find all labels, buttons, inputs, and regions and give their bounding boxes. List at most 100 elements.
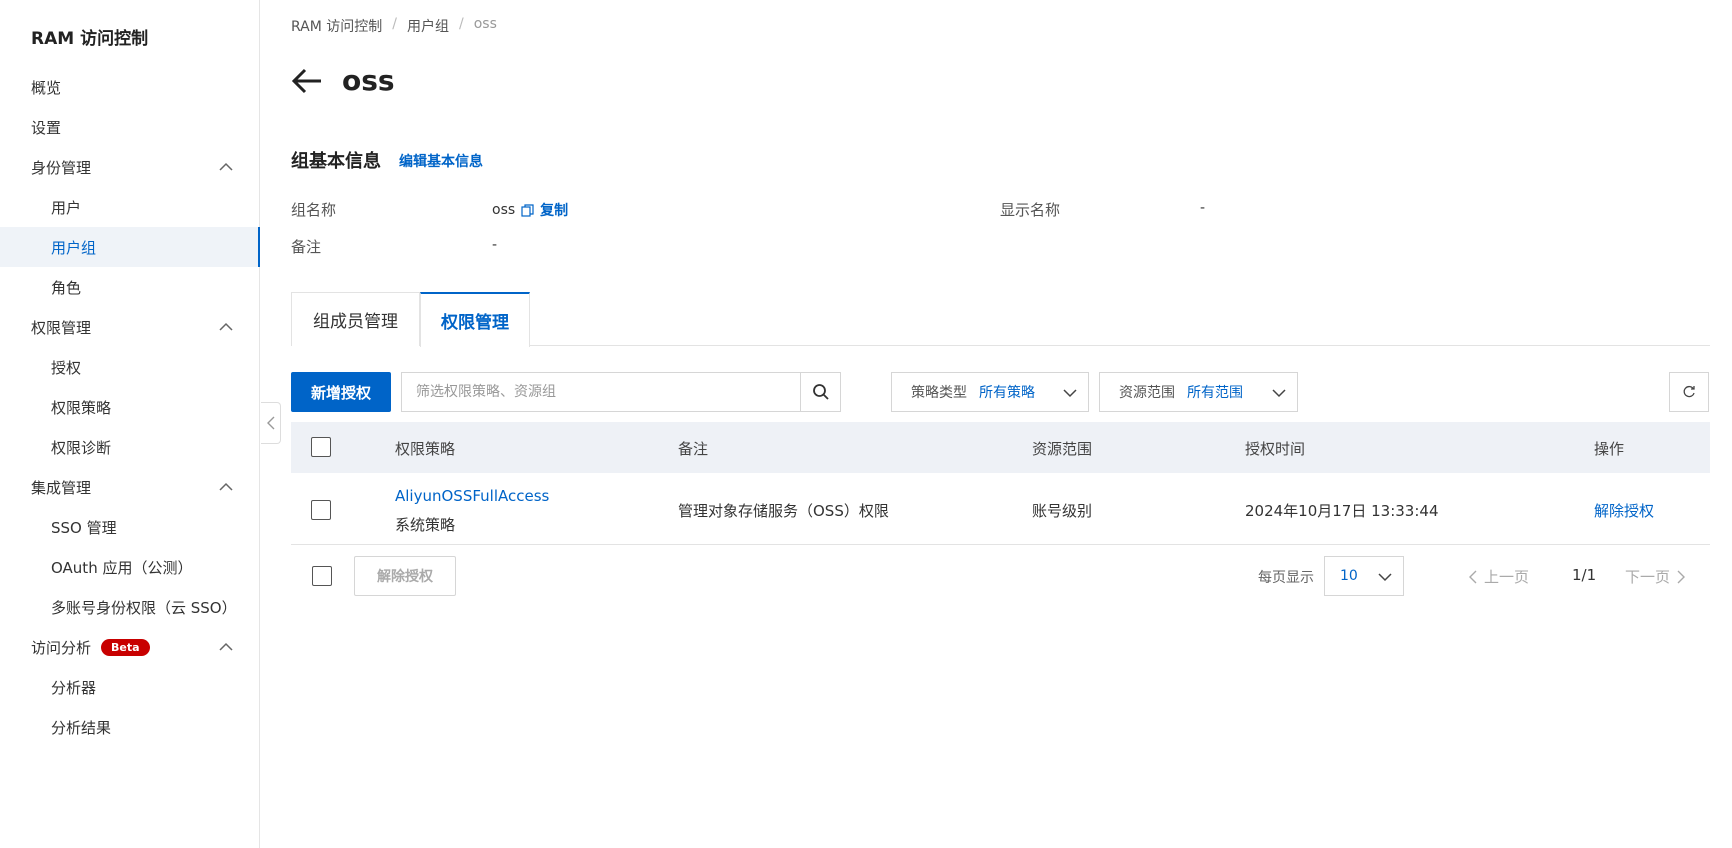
table-footer: 解除授权 每页显示 10 上一页 1/1 下一页 (291, 546, 1710, 596)
edit-basic-info-link[interactable]: 编辑基本信息 (399, 151, 483, 171)
sidebar: RAM 访问控制 概览 设置 身份管理 用户 用户组 角色 权限管理 授权 权限… (0, 0, 260, 848)
sidebar-item-label: 角色 (51, 278, 82, 297)
sidebar-item-roles[interactable]: 角色 (0, 267, 260, 307)
policy-type-label: 策略类型 (911, 385, 967, 401)
sidebar-collapse-button[interactable] (261, 402, 281, 444)
sidebar-item-grants[interactable]: 授权 (0, 347, 260, 387)
chevron-up-icon (219, 642, 233, 651)
search-button[interactable] (800, 373, 840, 411)
chevron-right-icon (1677, 570, 1686, 583)
sidebar-item-analyzer[interactable]: 分析器 (0, 667, 260, 707)
bulk-revoke-button[interactable]: 解除授权 (354, 556, 456, 596)
sidebar-item-label: SSO 管理 (51, 518, 117, 537)
breadcrumb-separator: / (392, 16, 397, 32)
per-page-label: 每页显示 (1258, 570, 1314, 586)
policy-type-select[interactable]: 策略类型 所有策略 (891, 372, 1089, 412)
next-page-label: 下一页 (1625, 568, 1671, 586)
policy-remark: 管理对象存储服务（OSS）权限 (678, 502, 889, 520)
header-actions: 操作 (1594, 440, 1625, 458)
sidebar-item-cloud-sso[interactable]: 多账号身份权限（云 SSO） (0, 587, 260, 627)
breadcrumb-item-ram[interactable]: RAM 访问控制 (291, 16, 382, 36)
sidebar-item-oauth[interactable]: OAuth 应用（公测） (0, 547, 260, 587)
table-row: AliyunOSSFullAccess 系统策略 管理对象存储服务（OSS）权限… (291, 473, 1710, 545)
sidebar-item-label: 权限策略 (51, 398, 112, 417)
sidebar-item-label: 多账号身份权限（云 SSO） (51, 598, 237, 617)
search-icon (812, 384, 829, 400)
sidebar-item-user-groups[interactable]: 用户组 (0, 227, 260, 267)
tab-label: 权限管理 (441, 313, 509, 333)
resource-scope-value: 所有范围 (1187, 385, 1243, 401)
sidebar-group-identity[interactable]: 身份管理 (0, 147, 260, 187)
sidebar-item-users[interactable]: 用户 (0, 187, 260, 227)
search-input[interactable] (402, 373, 802, 411)
sidebar-item-settings[interactable]: 设置 (0, 107, 260, 147)
sidebar-item-label: 用户 (51, 198, 82, 217)
next-page-button[interactable]: 下一页 (1625, 566, 1686, 587)
sidebar-item-label: 设置 (31, 118, 62, 137)
page-title: oss (342, 64, 395, 97)
chevron-up-icon (219, 322, 233, 331)
sidebar-group-access-analysis[interactable]: 访问分析 Beta (0, 627, 260, 667)
policy-type: 系统策略 (395, 516, 456, 534)
sidebar-title: RAM 访问控制 (31, 29, 149, 49)
resource-scope-label: 资源范围 (1119, 385, 1175, 401)
sidebar-group-integration[interactable]: 集成管理 (0, 467, 260, 507)
section-title-basic-info: 组基本信息 (291, 151, 381, 172)
display-name-value: - (1200, 200, 1206, 216)
page-size-value: 10 (1340, 568, 1358, 584)
sidebar-item-label: 集成管理 (31, 478, 92, 497)
header-policy: 权限策略 (395, 440, 456, 458)
breadcrumb-item-user-groups[interactable]: 用户组 (407, 16, 449, 36)
chevron-left-icon (1469, 570, 1477, 583)
sidebar-item-overview[interactable]: 概览 (0, 67, 260, 107)
chevron-up-icon (219, 482, 233, 491)
refresh-button[interactable] (1669, 372, 1709, 412)
policy-scope: 账号级别 (1032, 502, 1093, 520)
grant-time: 2024年10月17日 13:33:44 (1245, 502, 1439, 520)
tab-permissions[interactable]: 权限管理 (420, 292, 530, 347)
sidebar-item-label: OAuth 应用（公测） (51, 558, 193, 577)
policy-type-value: 所有策略 (979, 385, 1035, 401)
permissions-table: 权限策略 备注 资源范围 授权时间 操作 AliyunOSSFullAccess… (291, 422, 1710, 545)
header-remark: 备注 (678, 440, 709, 458)
sidebar-item-analysis-results[interactable]: 分析结果 (0, 707, 260, 747)
header-scope: 资源范围 (1032, 440, 1093, 458)
policy-name-link[interactable]: AliyunOSSFullAccess (395, 487, 549, 505)
chevron-down-icon (1272, 389, 1286, 398)
sidebar-group-permissions[interactable]: 权限管理 (0, 307, 260, 347)
remark-label: 备注 (291, 238, 322, 256)
search-box (401, 372, 841, 412)
tab-bar: 组成员管理 权限管理 (291, 292, 1710, 347)
breadcrumb-separator: / (459, 16, 464, 32)
copy-icon[interactable] (521, 203, 534, 217)
bulk-select-checkbox[interactable] (312, 566, 332, 586)
sidebar-item-label: 授权 (51, 358, 82, 377)
page-info: 1/1 (1572, 566, 1597, 584)
page-size-select[interactable]: 10 (1324, 556, 1404, 596)
select-all-checkbox[interactable] (311, 437, 331, 457)
sidebar-item-sso[interactable]: SSO 管理 (0, 507, 260, 547)
header-time: 授权时间 (1245, 440, 1306, 458)
refresh-icon (1683, 385, 1695, 398)
add-grant-button[interactable]: 新增授权 (291, 372, 391, 412)
resource-scope-select[interactable]: 资源范围 所有范围 (1099, 372, 1298, 412)
revoke-link[interactable]: 解除授权 (1594, 500, 1654, 521)
sidebar-item-policies[interactable]: 权限策略 (0, 387, 260, 427)
sidebar-item-diagnostics[interactable]: 权限诊断 (0, 427, 260, 467)
back-arrow-icon[interactable] (290, 66, 324, 96)
prev-page-label: 上一页 (1484, 568, 1530, 586)
table-header: 权限策略 备注 资源范围 授权时间 操作 (291, 422, 1710, 473)
sidebar-item-label: 身份管理 (31, 158, 92, 177)
copy-link[interactable]: 复制 (540, 200, 568, 220)
row-checkbox[interactable] (311, 500, 331, 520)
sidebar-item-label: 分析结果 (51, 718, 112, 737)
tab-members[interactable]: 组成员管理 (291, 292, 420, 346)
sidebar-item-label: 权限管理 (31, 318, 92, 337)
chevron-down-icon (1378, 573, 1392, 582)
chevron-up-icon (219, 162, 233, 171)
chevron-down-icon (1063, 389, 1077, 398)
prev-page-button[interactable]: 上一页 (1468, 566, 1529, 587)
sidebar-item-label: 用户组 (51, 238, 97, 257)
sidebar-item-label: 权限诊断 (51, 438, 112, 457)
sidebar-item-label: 分析器 (51, 678, 97, 697)
